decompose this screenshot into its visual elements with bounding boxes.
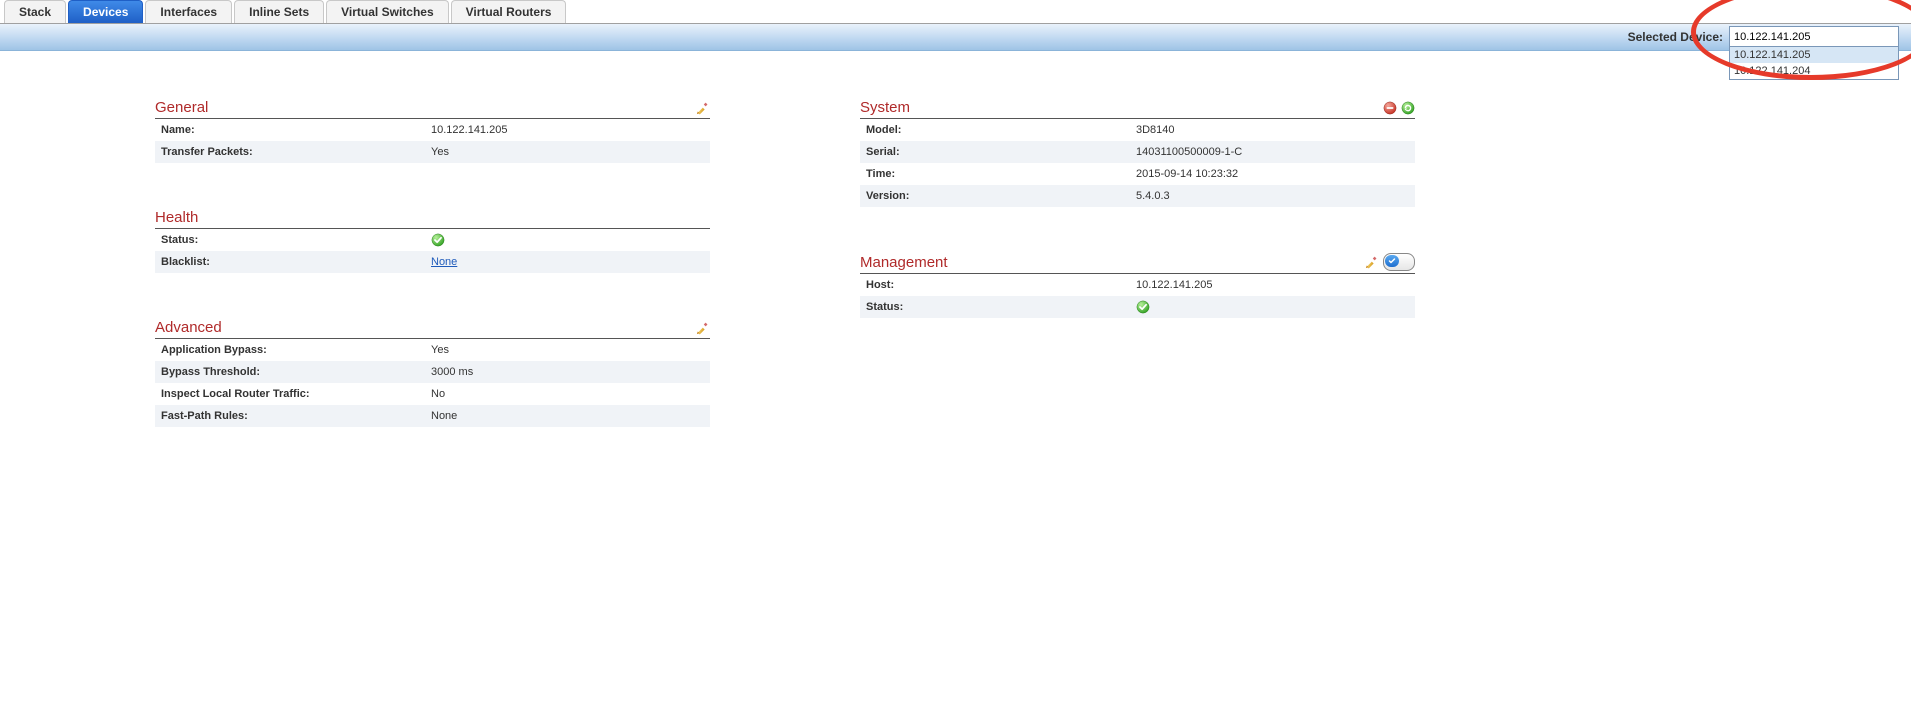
tab-strip: Stack Devices Interfaces Inline Sets Vir… xyxy=(0,0,1911,24)
tab-virtual-switches[interactable]: Virtual Switches xyxy=(326,0,448,23)
field-value: Yes xyxy=(431,344,449,356)
field-value: 3D8140 xyxy=(1136,124,1175,136)
tab-inline-sets[interactable]: Inline Sets xyxy=(234,0,324,23)
panel-title-system: System xyxy=(860,99,910,116)
panel-title-general: General xyxy=(155,99,208,116)
panel-title-management: Management xyxy=(860,254,948,271)
check-icon xyxy=(431,233,445,247)
pencil-icon[interactable] xyxy=(696,321,710,335)
management-toggle[interactable] xyxy=(1383,253,1415,271)
field-value: Yes xyxy=(431,146,449,158)
field-label: Name: xyxy=(155,124,431,136)
blacklist-link[interactable]: None xyxy=(431,256,457,268)
field-label: Version: xyxy=(860,190,1136,202)
panel-system: System Model:3D8140 Serial:1403110050000… xyxy=(860,99,1415,207)
field-value: 10.122.141.205 xyxy=(431,124,507,136)
field-label: Application Bypass: xyxy=(155,344,431,356)
tab-devices[interactable]: Devices xyxy=(68,0,143,23)
field-value: 14031100500009-1-C xyxy=(1136,146,1242,158)
panel-advanced: Advanced Application Bypass:Yes Bypass T… xyxy=(155,319,710,427)
panel-management: Management Host: 10.122.141.205 Status: xyxy=(860,253,1415,318)
field-label: Transfer Packets: xyxy=(155,146,431,158)
shutdown-icon[interactable] xyxy=(1383,101,1397,115)
selected-device-input[interactable] xyxy=(1729,26,1899,48)
field-label: Fast-Path Rules: xyxy=(155,410,431,422)
check-icon xyxy=(1136,300,1150,314)
selected-device-dropdown: 10.122.141.205 10.122.141.204 xyxy=(1729,46,1899,80)
field-value: 2015-09-14 10:23:32 xyxy=(1136,168,1238,180)
panel-health: Health Status: Blacklist: None xyxy=(155,209,710,273)
panel-title-health: Health xyxy=(155,209,198,226)
tab-stack[interactable]: Stack xyxy=(4,0,66,23)
panel-title-advanced: Advanced xyxy=(155,319,222,336)
panel-general: General Name:10.122.141.205 Transfer Pac… xyxy=(155,99,710,163)
field-label: Serial: xyxy=(860,146,1136,158)
field-value: 5.4.0.3 xyxy=(1136,190,1170,202)
field-label: Model: xyxy=(860,124,1136,136)
field-value: 10.122.141.205 xyxy=(1136,279,1212,291)
field-value: 3000 ms xyxy=(431,366,473,378)
selected-device-label: Selected Device: xyxy=(1628,30,1723,44)
tab-interfaces[interactable]: Interfaces xyxy=(145,0,232,23)
restart-icon[interactable] xyxy=(1401,101,1415,115)
field-label: Status: xyxy=(155,234,431,246)
tab-virtual-routers[interactable]: Virtual Routers xyxy=(451,0,567,23)
pencil-icon[interactable] xyxy=(1365,255,1379,269)
field-label: Bypass Threshold: xyxy=(155,366,431,378)
field-label: Inspect Local Router Traffic: xyxy=(155,388,431,400)
toolbar: Selected Device: 10.122.141.205 10.122.1… xyxy=(0,24,1911,51)
pencil-icon[interactable] xyxy=(696,101,710,115)
field-label: Host: xyxy=(860,279,1136,291)
field-value: No xyxy=(431,388,445,400)
field-label: Time: xyxy=(860,168,1136,180)
field-label: Status: xyxy=(860,301,1136,313)
device-option[interactable]: 10.122.141.204 xyxy=(1730,63,1898,79)
device-option[interactable]: 10.122.141.205 xyxy=(1730,47,1898,63)
field-label: Blacklist: xyxy=(155,256,431,268)
field-value: None xyxy=(431,410,457,422)
